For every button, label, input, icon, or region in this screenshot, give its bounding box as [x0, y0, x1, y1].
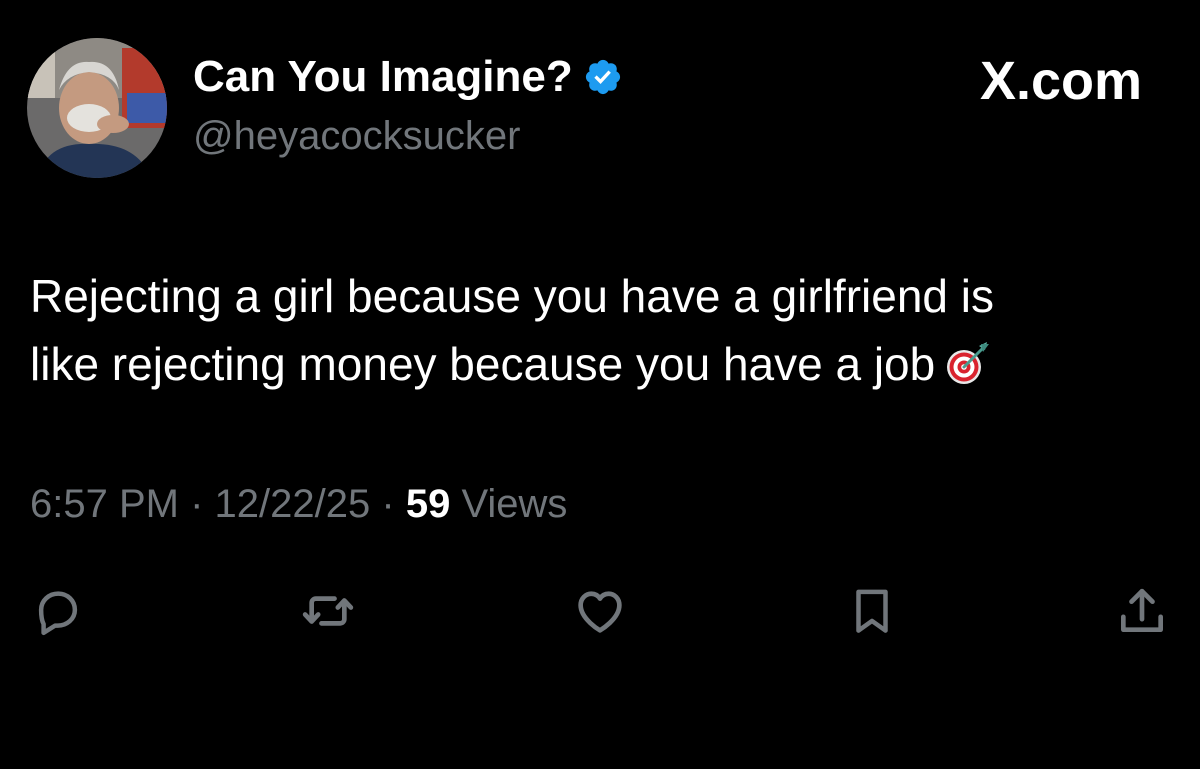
tweet-date[interactable]: 12/22/25: [215, 482, 371, 526]
like-button[interactable]: [572, 583, 628, 639]
verified-badge-icon: [583, 57, 623, 97]
repost-icon: [302, 596, 354, 626]
tweet-text-line-content: like rejecting money because you have a …: [30, 338, 936, 390]
tweet-time[interactable]: 6:57 PM: [30, 482, 179, 526]
views-count[interactable]: 59: [406, 482, 451, 526]
tweet-text-line: like rejecting money because you have a …: [30, 330, 1180, 398]
tweet-text-line: Rejecting a girl because you have a girl…: [30, 270, 994, 322]
author-handle[interactable]: @heyacocksucker: [193, 114, 520, 159]
tweet-text: Rejecting a girl because you have a girl…: [30, 262, 1180, 398]
avatar[interactable]: [27, 38, 167, 178]
reply-icon: [38, 591, 78, 636]
reply-button[interactable]: [30, 583, 86, 639]
site-watermark: X.com: [979, 51, 1142, 111]
views-label[interactable]: Views: [461, 482, 567, 526]
share-button[interactable]: [1114, 583, 1170, 639]
direct-hit-target-icon: [943, 338, 991, 386]
display-name-text: Can You Imagine?: [193, 52, 573, 101]
bookmark-icon: [856, 589, 888, 633]
meta-separator: ·: [190, 482, 204, 526]
profile-photo: [27, 38, 167, 178]
meta-separator: ·: [381, 482, 395, 526]
bookmark-button[interactable]: [844, 583, 900, 639]
tweet-meta: 6:57 PM · 12/22/25 · 59 Views: [30, 482, 567, 527]
author-display-name[interactable]: Can You Imagine?: [193, 52, 623, 102]
heart-icon: [578, 591, 622, 633]
repost-button[interactable]: [300, 583, 356, 639]
action-bar: [0, 583, 1200, 639]
share-icon: [1121, 588, 1163, 632]
